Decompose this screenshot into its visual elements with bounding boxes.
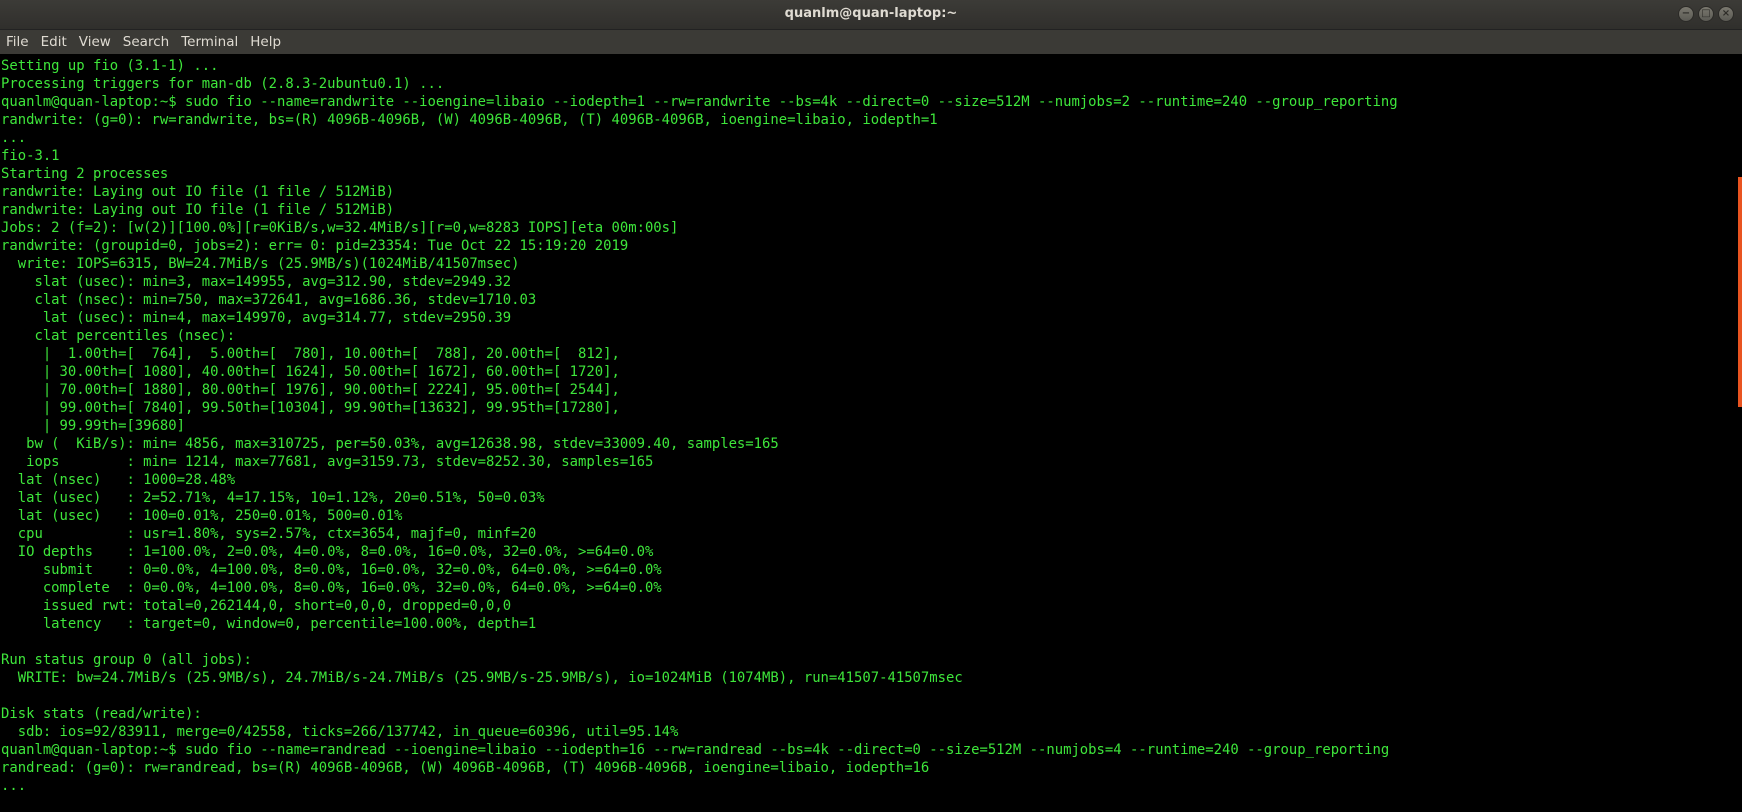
terminal-line: | 1.00th=[ 764], 5.00th=[ 780], 10.00th=… [1, 346, 620, 362]
terminal-line: randwrite: (g=0): rw=randwrite, bs=(R) 4… [1, 112, 938, 128]
terminal-scrollbar[interactable] [1737, 57, 1742, 812]
menu-edit[interactable]: Edit [35, 30, 73, 54]
terminal-line: quanlm@quan-laptop:~$ sudo fio --name=ra… [1, 94, 1398, 110]
terminal-line: Run status group 0 (all jobs): [1, 652, 252, 668]
window-controls: − □ × [1678, 6, 1734, 22]
terminal-line: quanlm@quan-laptop:~$ sudo fio --name=ra… [1, 742, 1390, 758]
terminal-line: fio-3.1 [1, 148, 60, 164]
menu-bar: File Edit View Search Terminal Help [0, 30, 1742, 54]
terminal-line: Starting 2 processes [1, 166, 169, 182]
terminal-line: write: IOPS=6315, BW=24.7MiB/s (25.9MB/s… [1, 256, 520, 272]
terminal-output[interactable]: Setting up fio (3.1-1) ... Processing tr… [1, 57, 1731, 812]
terminal-line: clat (nsec): min=750, max=372641, avg=16… [1, 292, 537, 308]
terminal-line: randwrite: Laying out IO file (1 file / … [1, 202, 395, 218]
title-bar[interactable]: quanlm@quan-laptop:~ − □ × [0, 0, 1742, 30]
terminal-line: ... [1, 130, 27, 146]
terminal-line: | 70.00th=[ 1880], 80.00th=[ 1976], 90.0… [1, 382, 620, 398]
terminal-line: Processing triggers for man-db (2.8.3-2u… [1, 76, 445, 92]
minimize-button[interactable]: − [1678, 6, 1694, 22]
terminal-line: lat (usec) : 2=52.71%, 4=17.15%, 10=1.12… [1, 490, 545, 506]
terminal-line: Disk stats (read/write): [1, 706, 202, 722]
terminal-line: lat (usec) : 100=0.01%, 250=0.01%, 500=0… [1, 508, 403, 524]
terminal-line: | 99.00th=[ 7840], 99.50th=[10304], 99.9… [1, 400, 620, 416]
terminal-line: | 99.99th=[39680] [1, 418, 185, 434]
terminal-line: randwrite: Laying out IO file (1 file / … [1, 184, 395, 200]
terminal-line: issued rwt: total=0,262144,0, short=0,0,… [1, 598, 512, 614]
terminal-line: bw ( KiB/s): min= 4856, max=310725, per=… [1, 436, 779, 452]
terminal-line: clat percentiles (nsec): [1, 328, 236, 344]
menu-search[interactable]: Search [117, 30, 175, 54]
terminal-line: sdb: ios=92/83911, merge=0/42558, ticks=… [1, 724, 679, 740]
terminal-line: randread: (g=0): rw=randread, bs=(R) 409… [1, 760, 930, 776]
menu-help[interactable]: Help [244, 30, 287, 54]
menu-file[interactable]: File [0, 30, 35, 54]
terminal-line: randwrite: (groupid=0, jobs=2): err= 0: … [1, 238, 629, 254]
terminal-line: slat (usec): min=3, max=149955, avg=312.… [1, 274, 512, 290]
terminal-window: quanlm@quan-laptop:~ − □ × File Edit Vie… [0, 0, 1742, 812]
menu-terminal[interactable]: Terminal [175, 30, 244, 54]
terminal-line: iops : min= 1214, max=77681, avg=3159.73… [1, 454, 654, 470]
window-title: quanlm@quan-laptop:~ [784, 6, 958, 21]
terminal-line: lat (usec): min=4, max=149970, avg=314.7… [1, 310, 512, 326]
terminal-line: Setting up fio (3.1-1) ... [1, 58, 219, 74]
terminal-line: ... [1, 778, 27, 794]
terminal-line: cpu : usr=1.80%, sys=2.57%, ctx=3654, ma… [1, 526, 537, 542]
menu-view[interactable]: View [73, 30, 117, 54]
terminal-line: lat (nsec) : 1000=28.48% [1, 472, 236, 488]
maximize-button[interactable]: □ [1698, 6, 1714, 22]
terminal-line: latency : target=0, window=0, percentile… [1, 616, 537, 632]
terminal-line: IO depths : 1=100.0%, 2=0.0%, 4=0.0%, 8=… [1, 544, 654, 560]
terminal-line: WRITE: bw=24.7MiB/s (25.9MB/s), 24.7MiB/… [1, 670, 963, 686]
scrollbar-thumb[interactable] [1738, 177, 1742, 407]
terminal-line: | 30.00th=[ 1080], 40.00th=[ 1624], 50.0… [1, 364, 620, 380]
terminal-line: submit : 0=0.0%, 4=100.0%, 8=0.0%, 16=0.… [1, 562, 662, 578]
terminal-line: complete : 0=0.0%, 4=100.0%, 8=0.0%, 16=… [1, 580, 662, 596]
close-button[interactable]: × [1718, 6, 1734, 22]
terminal-line: Jobs: 2 (f=2): [w(2)][100.0%][r=0KiB/s,w… [1, 220, 679, 236]
